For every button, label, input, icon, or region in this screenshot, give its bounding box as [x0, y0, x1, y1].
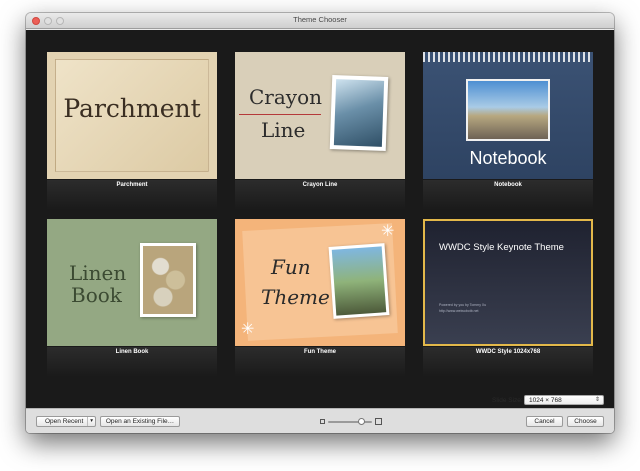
thumbnail-title: Notebook: [469, 148, 547, 168]
theme-label: Fun Theme: [303, 349, 336, 355]
small-thumbnail-icon: [320, 419, 325, 424]
theme-label: Parchment: [116, 182, 148, 188]
theme-thumbnail[interactable]: Parchment: [47, 52, 217, 179]
thumbnail-title: Parchment: [63, 94, 201, 123]
spiral-binding: [423, 52, 593, 62]
open-recent-button[interactable]: Open Recent ▾: [36, 416, 96, 427]
scooter-photo: [328, 243, 390, 319]
cancel-button[interactable]: Cancel: [526, 416, 563, 427]
theme-thumbnail-selected[interactable]: WWDC Style Keynote Theme Powered by you …: [423, 219, 593, 346]
title-bar[interactable]: Theme Chooser: [26, 13, 614, 29]
thumbnail-title-line2: Theme: [261, 285, 330, 309]
window-title: Theme Chooser: [293, 15, 347, 24]
slide-size-select[interactable]: 1024 × 768 ⇕: [524, 395, 604, 405]
crayon-underline: [239, 114, 321, 115]
open-recent-label: Open Recent: [45, 418, 84, 425]
theme-chooser-window: Theme Chooser Parchment Parchment Crayon…: [26, 13, 614, 433]
choose-button[interactable]: Choose: [567, 416, 604, 427]
slide-size-value: 1024 × 768: [529, 397, 562, 404]
chevron-down-icon[interactable]: ▾: [87, 417, 93, 426]
bottom-toolbar: Slide Size: 1024 × 768 ⇕ Open Recent ▾ O…: [26, 395, 614, 433]
theme-thumbnail[interactable]: Notebook: [423, 52, 593, 179]
star-icon: ✳: [241, 321, 255, 338]
thumbnail-title-line1: Crayon: [249, 85, 323, 109]
thumbnail-title-line1: Fun: [271, 255, 311, 279]
slider-knob[interactable]: [358, 418, 365, 425]
star-icon: ✳: [381, 223, 395, 240]
theme-thumbnail[interactable]: Fun Theme ✳ ✳: [235, 219, 405, 346]
thumbnail-title: WWDC Style Keynote Theme: [439, 242, 564, 253]
open-existing-file-button[interactable]: Open an Existing File…: [100, 416, 180, 427]
thumbnail-size-slider[interactable]: [320, 418, 382, 426]
thumbnail-title-line1: Linen: [69, 261, 127, 285]
theme-thumbnail[interactable]: Linen Book: [47, 219, 217, 346]
slider-track[interactable]: [328, 421, 372, 423]
theme-gallery[interactable]: Parchment Parchment Crayon Line Crayon L…: [26, 30, 614, 408]
theme-label: Linen Book: [115, 349, 149, 355]
large-thumbnail-icon: [375, 418, 382, 425]
coins-photo: [140, 243, 196, 317]
theme-thumbnail[interactable]: Crayon Line: [235, 52, 405, 179]
updown-arrows-icon: ⇕: [594, 397, 600, 403]
thumbnail-title-line2: Line: [261, 118, 306, 142]
theme-label: WWDC Style 1024x768: [475, 349, 541, 355]
thumbnail-title-line2: Book: [71, 283, 122, 307]
theme-label: Crayon Line: [302, 182, 338, 188]
slide-size-label: Slide Size:: [492, 397, 523, 404]
theme-label: Notebook: [494, 182, 522, 188]
road-photo: [466, 79, 550, 141]
thumbnail-subtext: http://www.weiwobotb.net: [439, 309, 479, 313]
skyscraper-photo: [329, 75, 389, 151]
thumbnail-subtext: Powered by you by Tommy Xu: [439, 303, 487, 307]
